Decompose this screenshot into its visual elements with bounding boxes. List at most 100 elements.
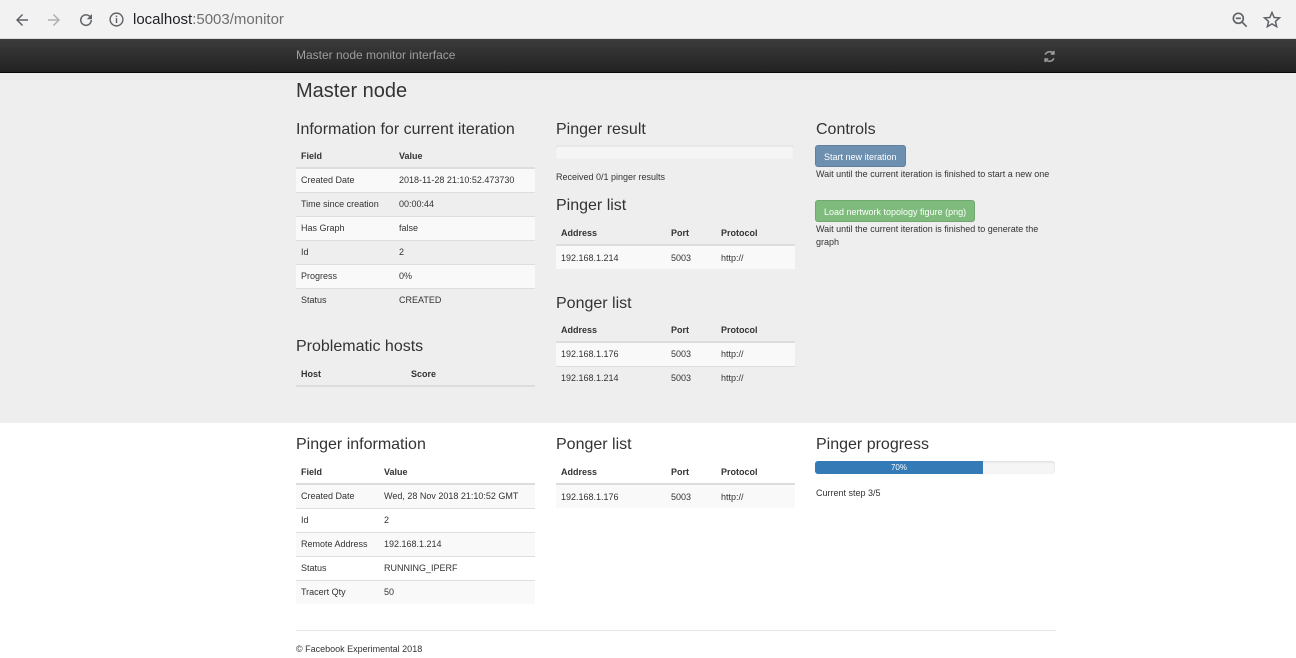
table-row: 192.168.1.214 5003 http:// (556, 244, 795, 269)
protocol-cell: http:// (716, 244, 795, 269)
problematic-hosts-table: Host Score (296, 362, 535, 387)
table-row: 192.168.1.176 5003 http:// (556, 483, 795, 508)
pinger-progress-title: Pinger progress (816, 436, 929, 453)
bookmark-star-icon[interactable] (1262, 10, 1282, 30)
value-cell: CREATED (394, 287, 535, 312)
protocol-cell: http:// (716, 341, 795, 366)
pinger-result-status: Received 0/1 pinger results (556, 172, 666, 182)
table-row: Id 2 (296, 507, 535, 532)
protocol-cell: http:// (716, 483, 795, 508)
value-cell: 2018-11-28 21:10:52.473730 (394, 167, 535, 192)
field-cell: Id (296, 507, 379, 532)
protocol-cell: http:// (716, 365, 795, 390)
table-row: Remote Address 192.168.1.214 (296, 531, 535, 556)
field-cell: Status (296, 555, 379, 580)
start-iteration-note: Wait until the current iteration is fini… (816, 169, 1050, 179)
ponger-list-2-title: Ponger list (556, 436, 632, 453)
column-header: Port (666, 318, 716, 343)
address-bar[interactable]: localhost:5003/monitor (108, 5, 1258, 34)
table-header-row: Address Port Protocol (556, 221, 795, 246)
address-cell: 192.168.1.176 (556, 483, 666, 508)
address-cell: 192.168.1.214 (556, 244, 666, 269)
field-cell: Tracert Qty (296, 579, 379, 604)
navbar-brand[interactable]: Master node monitor interface (296, 48, 455, 62)
pinger-result-progress (555, 145, 794, 159)
pinger-progress-bar: 70% (815, 461, 1055, 474)
table-header-row: Host Score (296, 362, 535, 387)
value-cell: 00:00:44 (394, 191, 535, 216)
table-row: Created Date 2018-11-28 21:10:52.473730 (296, 167, 535, 192)
table-header-row: Field Value (296, 460, 535, 485)
pinger-list-table: Address Port Protocol 192.168.1.214 5003 h… (556, 221, 795, 269)
problematic-hosts-title: Problematic hosts (296, 338, 424, 355)
load-topology-note: Wait until the current iteration is fini… (816, 224, 1039, 247)
column-header: Address (556, 221, 666, 246)
info-icon (109, 12, 124, 27)
forward-arrow-icon[interactable] (42, 8, 66, 32)
column-header: Protocol (716, 460, 795, 485)
value-cell: false (394, 215, 535, 240)
table-row: 192.168.1.214 5003 http:// (556, 365, 795, 390)
load-topology-button[interactable]: Load nertwork topology figure (png) (815, 200, 976, 222)
start-iteration-button[interactable]: Start new iteration (815, 145, 906, 167)
column-header: Address (556, 460, 666, 485)
value-cell: Wed, 28 Nov 2018 21:10:52 GMT (379, 483, 535, 508)
column-header: Value (394, 144, 535, 169)
column-header: Score (406, 362, 535, 387)
value-cell: 0% (394, 263, 535, 288)
value-cell: 2 (379, 507, 535, 532)
field-cell: Created Date (296, 167, 394, 192)
refresh-icon[interactable] (1042, 49, 1057, 64)
footer-divider (296, 630, 1056, 631)
field-cell: Created Date (296, 483, 379, 508)
field-cell: Id (296, 239, 394, 264)
table-header-row: Address Port Protocol (556, 460, 795, 485)
address-cell: 192.168.1.176 (556, 341, 666, 366)
ponger-list-2-table: Address Port Protocol 192.168.1.176 5003 h… (556, 460, 795, 508)
column-header: Port (666, 221, 716, 246)
ponger-list-table: Address Port Protocol 192.168.1.176 5003 h… (556, 318, 795, 390)
table-row: Progress 0% (296, 263, 535, 288)
url-host: localhost (133, 11, 193, 28)
value-cell: 192.168.1.214 (379, 531, 535, 556)
column-header: Field (296, 460, 379, 485)
table-row: Tracert Qty 50 (296, 579, 535, 604)
page-title: Master node (296, 80, 408, 102)
back-arrow-icon[interactable] (10, 8, 34, 32)
pinger-progress-step: Current step 3/5 (816, 488, 881, 498)
table-row: Id 2 (296, 239, 535, 264)
field-cell: Status (296, 287, 394, 312)
reload-icon[interactable] (74, 8, 98, 32)
value-cell: 50 (379, 579, 535, 604)
table-row: Has Graph false (296, 215, 535, 240)
port-cell: 5003 (666, 483, 716, 508)
field-cell: Remote Address (296, 531, 379, 556)
column-header: Field (296, 144, 394, 169)
pinger-info-table: Field Value Created Date Wed, 28 Nov 2018… (296, 460, 535, 604)
browser-toolbar: localhost:5003/monitor (0, 0, 1296, 39)
navbar: Master node monitor interface (0, 39, 1296, 73)
value-cell: RUNNING_IPERF (379, 555, 535, 580)
table-row: Status RUNNING_IPERF (296, 555, 535, 580)
port-cell: 5003 (666, 341, 716, 366)
value-cell: 2 (394, 239, 535, 264)
port-cell: 5003 (666, 365, 716, 390)
pinger-progress-fill: 70% (815, 461, 983, 474)
controls-title: Controls (816, 121, 876, 138)
url-path: :5003/monitor (192, 11, 284, 28)
iteration-info-table: Field Value Created Date 2018-11-28 21:10… (296, 144, 535, 312)
table-row: Status CREATED (296, 287, 535, 312)
column-header: Host (296, 362, 406, 387)
table-row: Created Date Wed, 28 Nov 2018 21:10:52 GM… (296, 483, 535, 508)
table-row: Time since creation 00:00:44 (296, 191, 535, 216)
column-header: Protocol (716, 221, 795, 246)
table-header-row: Field Value (296, 144, 535, 169)
column-header: Protocol (716, 318, 795, 343)
table-header-row: Address Port Protocol (556, 318, 795, 343)
address-cell: 192.168.1.214 (556, 365, 666, 390)
table-row: 192.168.1.176 5003 http:// (556, 341, 795, 366)
pinger-list-title: Pinger list (556, 197, 627, 214)
column-header: Port (666, 460, 716, 485)
url-text: localhost:5003/monitor (133, 11, 284, 28)
zoom-icon[interactable] (1230, 10, 1250, 30)
